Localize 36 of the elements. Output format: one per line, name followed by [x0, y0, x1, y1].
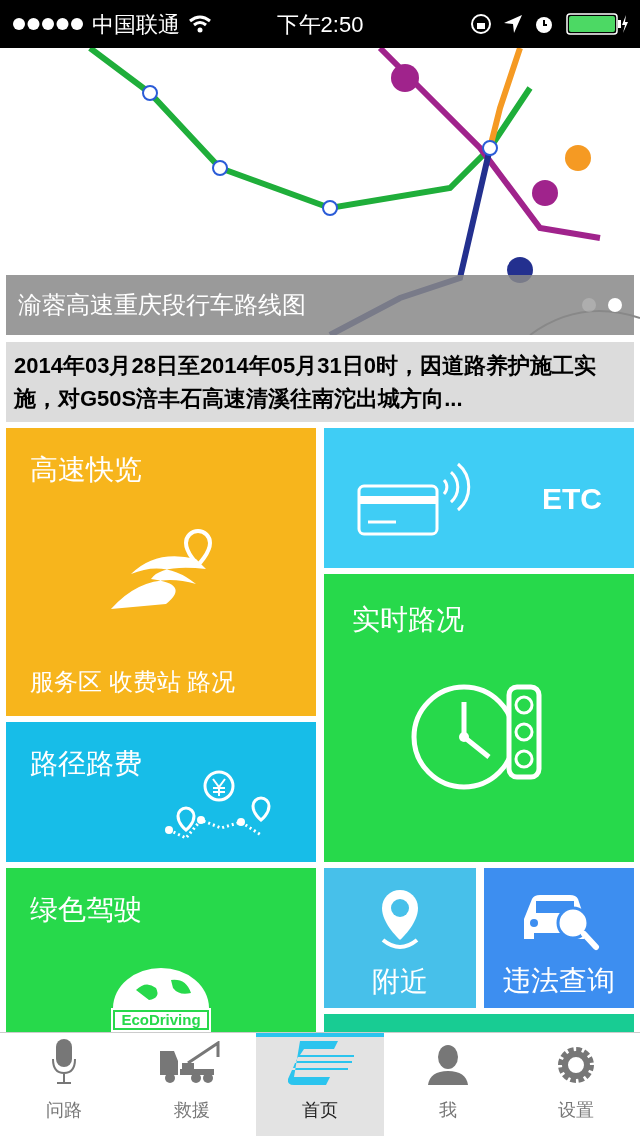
tab-item[interactable]: 我: [384, 1033, 512, 1136]
settings-icon: [556, 1045, 596, 1085]
globe-icon: [111, 968, 211, 1008]
location-arrow-icon: [504, 15, 522, 33]
signal-icon: [12, 17, 84, 31]
tab-item[interactable]: 救援: [128, 1033, 256, 1136]
menu-tile[interactable]: 路径路费: [6, 722, 316, 862]
eco-badge: EcoDriving: [111, 1008, 211, 1032]
menu-tile[interactable]: 附近: [324, 868, 476, 1008]
tile-title: 绿色驾驶: [30, 896, 142, 924]
tab-item[interactable]: 问路: [0, 1033, 128, 1136]
menu-tile[interactable]: [324, 1014, 634, 1032]
menu-tile[interactable]: 违法查询: [484, 868, 634, 1008]
tab-item[interactable]: 设置: [512, 1033, 640, 1136]
banner-caption: 渝蓉高速重庆段行车路线图: [18, 290, 307, 320]
notice-text[interactable]: 2014年03月28日至2014年05月31日0时，因道路养护施工实施，对G50S涪丰石高速清溪往南沱出城方向...: [14, 349, 626, 415]
person-icon: [428, 1045, 468, 1085]
rotation-lock-icon: [470, 13, 492, 35]
tile-title: 实时路况: [352, 606, 465, 634]
tab-item[interactable]: 首页: [256, 1033, 384, 1136]
carrier-name: 中国联通: [92, 10, 180, 39]
tile-title: 附近: [372, 968, 428, 996]
alarm-icon: [534, 14, 554, 34]
clock-time: 下午2:50: [276, 10, 364, 39]
wifi-icon: [188, 15, 212, 33]
microphone-icon: [51, 1039, 77, 1085]
battery-icon: [566, 13, 628, 35]
tile-title: 违法查询: [503, 967, 615, 995]
menu-tile[interactable]: 高速快览 服务区 收费站 路况: [6, 428, 316, 716]
tile-title: ETC: [542, 480, 602, 517]
tile-title: 高速快览: [30, 456, 143, 484]
menu-tile[interactable]: 实时路况: [324, 574, 634, 862]
menu-tile[interactable]: ETC: [324, 428, 634, 568]
tile-title: 路径路费: [30, 750, 143, 778]
menu-tile[interactable]: 绿色驾驶 EcoDriving: [6, 868, 316, 1032]
tile-subtitle: 服务区 收费站 路况: [30, 667, 237, 697]
